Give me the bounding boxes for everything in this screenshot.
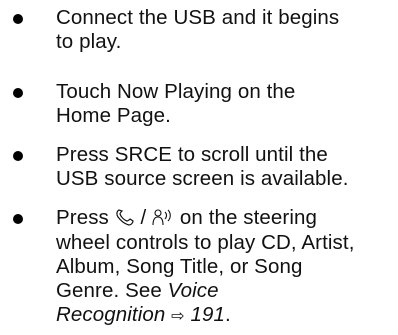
page-reference-arrow-icon: ⇨ — [171, 306, 185, 325]
list-item-text: Touch Now Playing on the Home Page. — [56, 80, 392, 128]
bullet-icon — [13, 14, 23, 24]
line: to play. — [56, 30, 122, 53]
press-label: Press — [56, 206, 109, 229]
see-text: Genre. See — [56, 279, 162, 302]
line: Album, Song Title, or Song — [56, 255, 303, 278]
line: Touch Now Playing on the — [56, 80, 296, 103]
line: Press SRCE to scroll until the — [56, 143, 328, 166]
list-item-text: Connect the USB and it begins to play. — [56, 6, 392, 54]
bullet-icon — [13, 88, 23, 98]
line: Genre. See Voice — [56, 279, 392, 303]
bullet-icon — [13, 214, 23, 224]
period: . — [225, 303, 231, 326]
phone-handset-icon — [115, 207, 135, 231]
manual-page: Connect the USB and it begins to play. T… — [0, 0, 398, 335]
line: Press / on the steering — [56, 206, 392, 231]
bullet-icon — [13, 151, 23, 161]
line: wheel controls to play CD, Artist, — [56, 231, 355, 254]
list-item-text: Press SRCE to scroll until the USB sourc… — [56, 143, 392, 191]
cross-reference-link[interactable]: Voice — [168, 279, 219, 302]
line: USB source screen is available. — [56, 167, 349, 190]
page-reference-number[interactable]: 191 — [190, 303, 225, 326]
line-rest: on the steering — [179, 206, 318, 229]
line: Home Page. — [56, 104, 171, 127]
list-item-text: Press / on the steering wheel controls t… — [56, 206, 392, 328]
cross-reference-link[interactable]: Recognition — [56, 303, 165, 326]
line: Recognition ⇨ 191. — [56, 303, 392, 328]
line: Connect the USB and it begins — [56, 6, 340, 29]
separator: / — [140, 206, 147, 229]
voice-recognition-icon — [152, 207, 174, 231]
